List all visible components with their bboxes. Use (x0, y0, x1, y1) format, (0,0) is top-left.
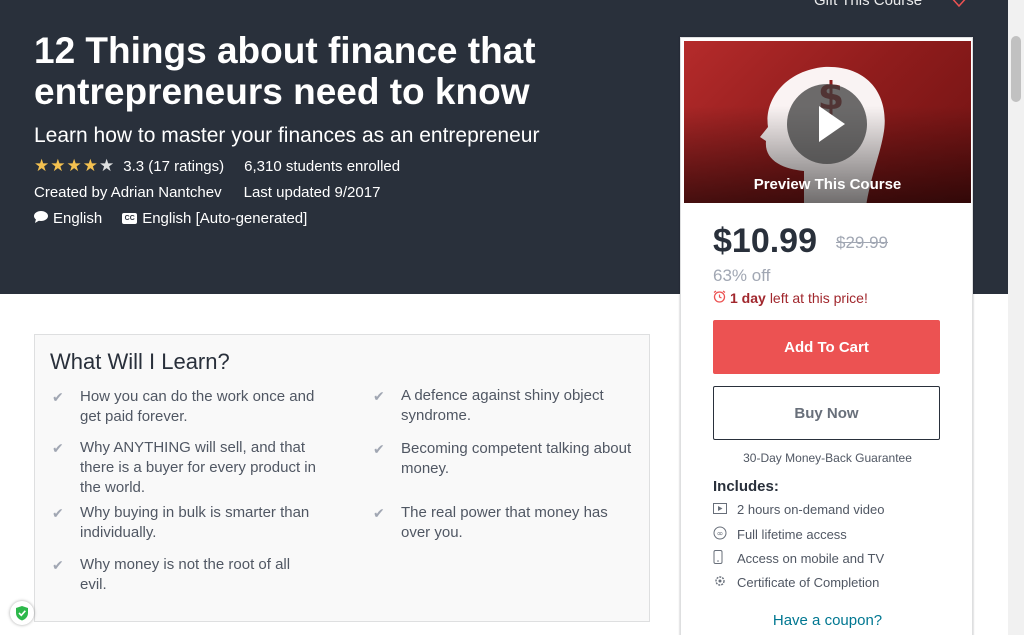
coupon-link[interactable]: Have a coupon? (681, 612, 974, 629)
heart-icon[interactable] (948, 0, 970, 8)
check-icon: ✔ (373, 441, 385, 457)
star-icon: ★ (66, 156, 82, 175)
check-icon: ✔ (52, 557, 64, 573)
include-item: Certificate of Completion (713, 574, 879, 591)
discount-label: 63% off (713, 266, 771, 285)
money-back-guarantee: 30-Day Money-Back Guarantee (743, 451, 912, 465)
list-item: ✔ The real power that money has over you… (373, 504, 608, 541)
list-item: ✔ Why buying in bulk is smarter than ind… (52, 504, 310, 541)
sale-timer: 1 day left at this price! (713, 290, 868, 306)
list-item: ✔ A defence against shiny object syndrom… (373, 387, 604, 424)
students-enrolled: 6,310 students enrolled (244, 157, 401, 175)
star-icon: ★ (34, 156, 50, 175)
timer-days: 1 day (730, 290, 766, 306)
list-item: ✔ Becoming competent talking about money… (373, 440, 632, 477)
purchase-sidebar: $ Preview This Course $10.99 $29.99 63% … (680, 37, 973, 635)
play-button[interactable] (787, 84, 867, 164)
certificate-icon (713, 574, 737, 591)
include-item: 2 hours on-demand video (713, 502, 884, 517)
captions-language: English [Auto-generated] (142, 210, 308, 227)
original-price: $29.99 (836, 233, 888, 252)
course-subtitle: Learn how to master your finances as an … (34, 124, 540, 147)
play-icon (819, 106, 845, 142)
star-rating: ★ ★ ★ ★ ★ (34, 157, 115, 175)
preview-label: Preview This Course (753, 176, 902, 193)
course-title: 12 Things about finance that entrepreneu… (34, 30, 536, 112)
speech-bubble-icon (34, 210, 48, 227)
course-preview[interactable]: $ Preview This Course (684, 41, 971, 203)
svg-text:∞: ∞ (717, 529, 724, 538)
created-by[interactable]: Created by Adrian Nantchev (34, 184, 222, 201)
last-updated: Last updated 9/2017 (243, 184, 381, 201)
include-item: ∞ Full lifetime access (713, 526, 847, 543)
buy-now-button[interactable]: Buy Now (713, 386, 940, 440)
check-icon: ✔ (373, 505, 385, 521)
list-item: ✔ Why money is not the root of all evil. (52, 556, 291, 593)
list-item: ✔ How you can do the work once and get p… (52, 388, 315, 425)
rating-count[interactable]: 3.3 (17 ratings) (123, 158, 224, 175)
check-icon: ✔ (373, 388, 385, 404)
section-title: What Will I Learn? (50, 349, 230, 374)
meta-row: Created by Adrian Nantchev Last updated … (34, 184, 380, 201)
page-scrollbar[interactable] (1008, 0, 1024, 635)
star-icon: ★ (82, 156, 98, 175)
star-icon: ★ (99, 156, 115, 175)
course-language: English (53, 210, 103, 227)
include-item: Access on mobile and TV (713, 550, 884, 567)
infinity-icon: ∞ (713, 526, 737, 543)
gift-course-link[interactable]: Gift This Course (814, 0, 922, 9)
mobile-icon (713, 550, 737, 567)
current-price: $10.99 (713, 222, 817, 260)
includes-title: Includes: (713, 478, 779, 495)
scrollbar-thumb[interactable] (1011, 36, 1021, 102)
add-to-cart-button[interactable]: Add To Cart (713, 320, 940, 374)
closed-captions-icon: CC (122, 213, 138, 224)
check-icon: ✔ (52, 389, 64, 405)
list-item: ✔ Why ANYTHING will sell, and that there… (52, 439, 316, 496)
rating-row: ★ ★ ★ ★ ★ 3.3 (17 ratings) 6,310 student… (34, 156, 400, 176)
check-icon: ✔ (52, 505, 64, 521)
star-icon: ★ (50, 156, 66, 175)
language-row: English CC English [Auto-generated] (34, 210, 307, 227)
shield-icon[interactable] (10, 601, 34, 625)
timer-text: left at this price! (769, 290, 868, 306)
video-icon (713, 502, 737, 517)
what-will-i-learn: What Will I Learn? ✔ How you can do the … (34, 334, 650, 622)
check-icon: ✔ (52, 440, 64, 456)
alarm-clock-icon (713, 290, 726, 306)
